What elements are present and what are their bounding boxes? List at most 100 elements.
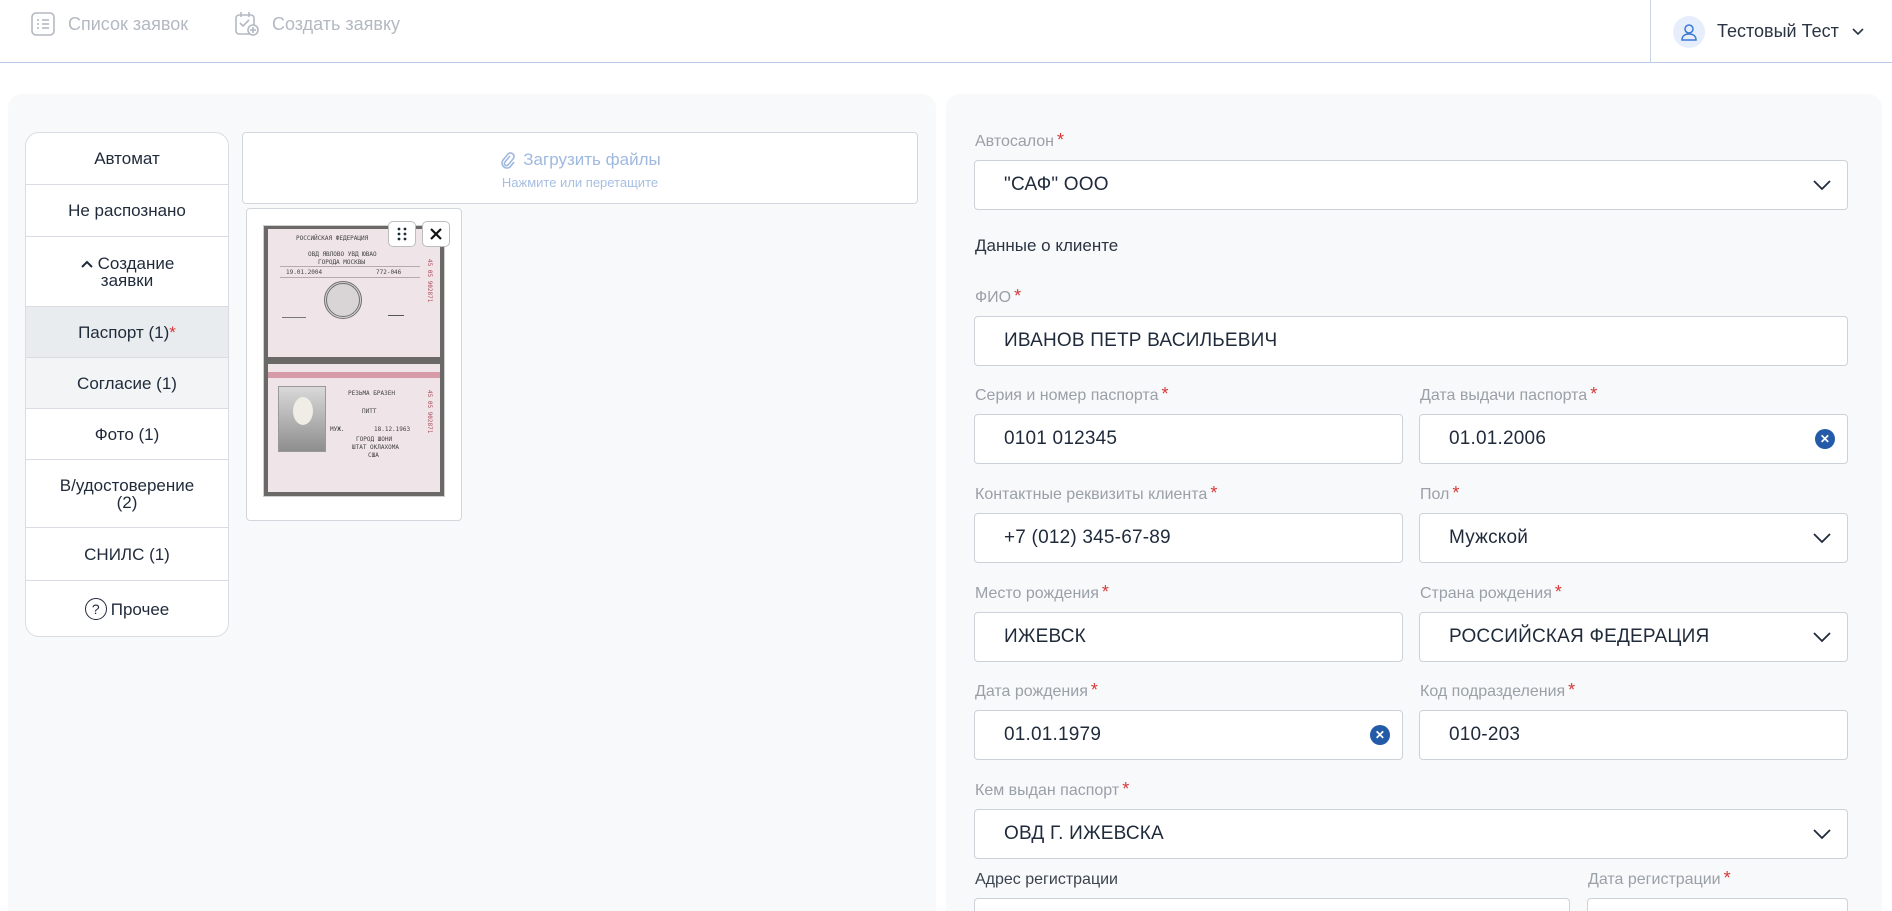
passport-band	[268, 372, 440, 378]
nav-request-list[interactable]: Список заявок	[30, 12, 188, 36]
dealer-value: "САФ" ООО	[1004, 174, 1109, 195]
passport-number-input[interactable]: 0101 012345	[974, 414, 1403, 464]
paperclip-icon	[501, 152, 516, 169]
birth-date-value: 01.01.1979	[1004, 724, 1102, 745]
issued-by-value: ОВД Г. ИЖЕВСКА	[1004, 823, 1164, 844]
drag-handle-icon[interactable]	[388, 221, 416, 247]
reg-address-label: Адрес регистрации	[975, 871, 1118, 888]
category-passport[interactable]: Паспорт (1) *	[26, 307, 228, 358]
passport-code-text: 772-046	[376, 269, 402, 276]
category-unrecognized[interactable]: Не распознано	[26, 185, 228, 237]
passport-name-text: ПИТТ	[362, 408, 377, 415]
category-photo[interactable]: Фото (1)	[26, 409, 228, 460]
category-create-request[interactable]: Создание заявки	[26, 237, 228, 307]
top-header: Список заявок Создать заявку Тестовый Те…	[0, 0, 1892, 63]
birth-country-value: РОССИЙСКАЯ ФЕДЕРАЦИЯ	[1449, 626, 1710, 647]
contact-label: Контактные реквизиты клиента *	[975, 483, 1218, 503]
passport-issuer-text: ОВД ЯВЛОВО УВД ЮВАО	[308, 251, 377, 258]
chevron-down-icon	[1852, 27, 1864, 35]
passport-photo	[278, 386, 326, 452]
nav-create-request[interactable]: Создать заявку	[234, 12, 400, 36]
issued-by-label: Кем выдан паспорт *	[975, 779, 1130, 799]
category-license-label: В/удостоверение (2)	[59, 475, 195, 512]
fio-input[interactable]: ИВАНОВ ПЕТР ВАСИЛЬЕВИЧ	[974, 316, 1848, 366]
category-other-label: Прочее	[110, 599, 170, 619]
passport-surname-text: РЕЗЬМА БРАЗЕН	[348, 390, 395, 397]
category-auto-label: Автомат	[94, 149, 160, 168]
chevron-down-icon	[1813, 180, 1831, 191]
passport-place-text: США	[368, 452, 379, 459]
birth-date-label: Дата рождения *	[975, 680, 1098, 700]
division-code-value: 010-203	[1449, 724, 1521, 745]
chevron-down-icon	[1813, 533, 1831, 544]
division-code-input[interactable]: 010-203	[1419, 710, 1848, 760]
issued-by-select[interactable]: ОВД Г. ИЖЕВСКА	[974, 809, 1848, 859]
category-unrecognized-label: Не распознано	[68, 201, 186, 220]
clear-circle-icon[interactable]: ✕	[1815, 429, 1835, 449]
client-section-title: Данные о клиенте	[975, 236, 1119, 255]
list-icon	[31, 12, 55, 36]
category-snils[interactable]: СНИЛС (1)	[26, 528, 228, 581]
passport-side-number: 45 05 902871	[426, 259, 433, 303]
category-photo-label: Фото (1)	[94, 424, 160, 444]
user-name: Тестовый Тест	[1717, 21, 1839, 41]
reg-address-input[interactable]	[974, 898, 1570, 911]
upload-title: Загрузить файлы	[243, 150, 917, 170]
dealer-select[interactable]: "САФ" ООО	[974, 160, 1848, 210]
issue-date-input[interactable]: 01.01.2006 ✕	[1419, 414, 1848, 464]
close-icon[interactable]	[422, 221, 450, 247]
category-license[interactable]: В/удостоверение (2)	[26, 460, 228, 528]
passport-city-text: ГОРОДА МОСКВЫ	[318, 259, 365, 266]
issue-date-value: 01.01.2006	[1449, 428, 1547, 449]
required-mark: *	[169, 322, 176, 342]
upload-title-label: Загрузить файлы	[523, 150, 661, 169]
category-consent-label: Согласие (1)	[77, 373, 177, 393]
passport-signature	[282, 317, 306, 318]
fio-label: ФИО *	[975, 286, 1022, 306]
birth-place-value: ИЖЕВСК	[1004, 626, 1086, 647]
birth-date-input[interactable]: 01.01.1979 ✕	[974, 710, 1403, 760]
passport-side-number: 45 05 902871	[426, 390, 433, 434]
sex-value: Мужской	[1449, 527, 1529, 548]
passport-place-text: ШТАТ ОКЛАХОМА	[352, 444, 399, 451]
file-upload-dropzone[interactable]: Загрузить файлы Нажмите или перетащите	[242, 132, 918, 204]
passport-issue-date-text: 19.01.2004	[286, 269, 323, 276]
upload-hint: Нажмите или перетащите	[501, 175, 659, 190]
passport-line	[280, 266, 420, 267]
user-menu[interactable]: Тестовый Тест	[1650, 0, 1892, 63]
passport-number-label: Серия и номер паспорта *	[975, 384, 1169, 404]
nav-create-request-label: Создать заявку	[272, 13, 401, 34]
question-circle-icon: ?	[84, 598, 107, 620]
passport-page-top: РОССИЙСКАЯ ФЕДЕРАЦИЯ ОВД ЯВЛОВО УВД ЮВАО…	[268, 229, 440, 357]
passport-scan-image: РОССИЙСКАЯ ФЕДЕРАЦИЯ ОВД ЯВЛОВО УВД ЮВАО…	[263, 225, 445, 497]
nav-request-list-label: Список заявок	[68, 13, 189, 34]
birth-place-input[interactable]: ИЖЕВСК	[974, 612, 1403, 662]
category-auto[interactable]: Автомат	[26, 133, 228, 185]
category-other[interactable]: ? Прочее	[26, 581, 228, 636]
clear-circle-icon[interactable]: ✕	[1370, 725, 1390, 745]
user-icon	[1673, 15, 1705, 48]
passport-page-bottom: РЕЗЬМА БРАЗЕН ПИТТ МУЖ. 18.12.1963 ГОРОД…	[268, 364, 440, 492]
passport-line	[280, 277, 420, 278]
contact-value: +7 (012) 345-67-89	[1004, 527, 1171, 548]
document-thumbnail[interactable]: РОССИЙСКАЯ ФЕДЕРАЦИЯ ОВД ЯВЛОВО УВД ЮВАО…	[246, 208, 462, 521]
birth-country-label: Страна рождения *	[1420, 582, 1562, 602]
passport-number-value: 0101 012345	[1004, 428, 1118, 449]
birth-country-select[interactable]: РОССИЙСКАЯ ФЕДЕРАЦИЯ	[1419, 612, 1848, 662]
category-create-request-label: Создание заявки	[97, 253, 175, 290]
category-snils-label: СНИЛС (1)	[84, 544, 170, 564]
category-consent[interactable]: Согласие (1)	[26, 358, 228, 409]
contact-input[interactable]: +7 (012) 345-67-89	[974, 513, 1403, 563]
sex-select[interactable]: Мужской	[1419, 513, 1848, 563]
reg-date-label: Дата регистрации *	[1588, 868, 1731, 888]
sex-label: Пол *	[1420, 483, 1460, 503]
division-code-label: Код подразделения *	[1420, 680, 1576, 700]
birth-place-label: Место рождения *	[975, 582, 1109, 602]
fio-value: ИВАНОВ ПЕТР ВАСИЛЬЕВИЧ	[1004, 330, 1278, 351]
passport-seal	[324, 281, 362, 319]
reg-date-input[interactable]	[1587, 898, 1848, 911]
passport-header-text: РОССИЙСКАЯ ФЕДЕРАЦИЯ	[296, 235, 369, 242]
passport-sex-text: МУЖ.	[330, 426, 345, 433]
document-category-menu: Автомат Не распознано Создание заявки Па…	[25, 132, 229, 637]
chevron-up-icon	[80, 260, 93, 268]
